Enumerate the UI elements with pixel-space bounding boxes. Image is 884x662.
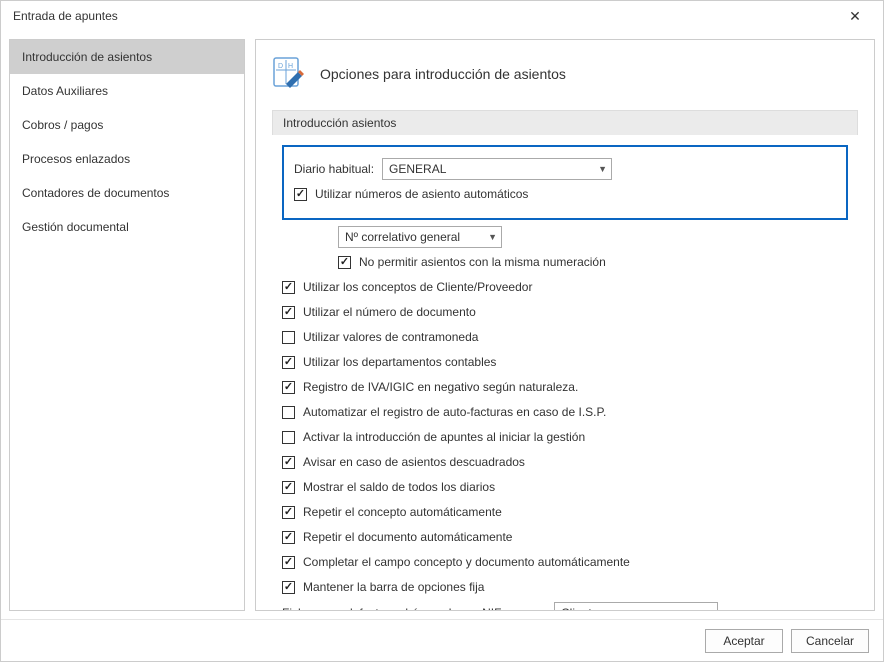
option-label: Mostrar el saldo de todos los diarios — [303, 480, 495, 494]
option-checkbox-10[interactable] — [282, 531, 295, 544]
main-header: D H Opciones para introducción de asient… — [272, 56, 858, 92]
sidebar: Introducción de asientosDatos Auxiliares… — [9, 39, 245, 611]
option-label: Utilizar los conceptos de Cliente/Provee… — [303, 280, 532, 294]
chevron-down-icon: ▼ — [704, 608, 713, 611]
highlighted-group: Diario habitual: GENERAL ▼ Utilizar núme… — [282, 145, 848, 220]
cancel-button[interactable]: Cancelar — [791, 629, 869, 653]
option-row: Mostrar el saldo de todos los diarios — [282, 476, 848, 498]
sidebar-item-4[interactable]: Contadores de documentos — [10, 176, 244, 210]
option-row: Automatizar el registro de auto-facturas… — [282, 401, 848, 423]
close-button[interactable]: ✕ — [835, 1, 875, 31]
option-label: Completar el campo concepto y documento … — [303, 555, 630, 569]
no-permitir-checkbox[interactable] — [338, 256, 351, 269]
option-row: Utilizar valores de contramoneda — [282, 326, 848, 348]
option-label: Activar la introducción de apuntes al in… — [303, 430, 585, 444]
option-row: Activar la introducción de apuntes al in… — [282, 426, 848, 448]
option-checkbox-4[interactable] — [282, 381, 295, 394]
option-label: Mantener la barra de opciones fija — [303, 580, 484, 594]
page-title: Opciones para introducción de asientos — [320, 66, 566, 82]
option-checkbox-8[interactable] — [282, 481, 295, 494]
diario-select[interactable]: GENERAL ▼ — [382, 158, 612, 180]
option-row: Registro de IVA/IGIC en negativo según n… — [282, 376, 848, 398]
option-row: Avisar en caso de asientos descuadrados — [282, 451, 848, 473]
option-label: Automatizar el registro de auto-facturas… — [303, 405, 606, 419]
option-checkbox-7[interactable] — [282, 456, 295, 469]
sidebar-item-3[interactable]: Procesos enlazados — [10, 142, 244, 176]
dialog-body: Introducción de asientosDatos Auxiliares… — [1, 31, 883, 619]
main-panel: D H Opciones para introducción de asient… — [255, 39, 875, 611]
chevron-down-icon: ▼ — [488, 232, 497, 242]
sidebar-item-1[interactable]: Datos Auxiliares — [10, 74, 244, 108]
svg-text:H: H — [288, 63, 293, 70]
option-row: Utilizar los conceptos de Cliente/Provee… — [282, 276, 848, 298]
option-label: Utilizar los departamentos contables — [303, 355, 496, 369]
option-checkbox-3[interactable] — [282, 356, 295, 369]
option-row: Repetir el documento automáticamente — [282, 526, 848, 548]
option-label: Registro de IVA/IGIC en negativo según n… — [303, 380, 578, 394]
correlativo-select[interactable]: Nº correlativo general ▼ — [338, 226, 502, 248]
option-checkbox-9[interactable] — [282, 506, 295, 519]
option-row: Repetir el concepto automáticamente — [282, 501, 848, 523]
diario-label: Diario habitual: — [294, 162, 374, 176]
option-row: Utilizar los departamentos contables — [282, 351, 848, 373]
no-permitir-label: No permitir asientos con la misma numera… — [359, 255, 606, 269]
option-label: Repetir el concepto automáticamente — [303, 505, 502, 519]
svg-text:D: D — [278, 63, 283, 70]
dialog-window: Entrada de apuntes ✕ Introducción de asi… — [0, 0, 884, 662]
auto-numbers-label: Utilizar números de asiento automáticos — [315, 187, 528, 201]
option-checkbox-6[interactable] — [282, 431, 295, 444]
option-checkbox-12[interactable] — [282, 581, 295, 594]
sidebar-item-5[interactable]: Gestión documental — [10, 210, 244, 244]
option-checkbox-5[interactable] — [282, 406, 295, 419]
auto-numbers-checkbox[interactable] — [294, 188, 307, 201]
sidebar-item-2[interactable]: Cobros / pagos — [10, 108, 244, 142]
accept-button[interactable]: Aceptar — [705, 629, 783, 653]
option-checkbox-1[interactable] — [282, 306, 295, 319]
option-label: Utilizar valores de contramoneda — [303, 330, 478, 344]
option-label: Avisar en caso de asientos descuadrados — [303, 455, 525, 469]
option-label: Repetir el documento automáticamente — [303, 530, 512, 544]
correlativo-value: Nº correlativo general — [345, 230, 460, 244]
section-header: Introducción asientos — [272, 110, 858, 135]
titlebar: Entrada de apuntes ✕ — [1, 1, 883, 31]
fichero-value: Clientes — [561, 606, 604, 611]
options-icon: D H — [272, 56, 308, 92]
diario-value: GENERAL — [389, 162, 446, 176]
option-row: Mantener la barra de opciones fija — [282, 576, 848, 598]
option-checkbox-0[interactable] — [282, 281, 295, 294]
option-row: Completar el campo concepto y documento … — [282, 551, 848, 573]
chevron-down-icon: ▼ — [598, 164, 607, 174]
option-row: Utilizar el número de documento — [282, 301, 848, 323]
fichero-label: Fichero por defecto en búsqueda por NIF: — [282, 606, 532, 611]
window-title: Entrada de apuntes — [13, 9, 118, 23]
close-icon: ✕ — [849, 8, 861, 25]
option-checkbox-11[interactable] — [282, 556, 295, 569]
option-checkbox-2[interactable] — [282, 331, 295, 344]
section-body: Diario habitual: GENERAL ▼ Utilizar núme… — [272, 135, 858, 611]
dialog-footer: Aceptar Cancelar — [1, 619, 883, 661]
fichero-select[interactable]: Clientes ▼ — [554, 602, 718, 611]
sidebar-item-0[interactable]: Introducción de asientos — [10, 40, 244, 74]
option-label: Utilizar el número de documento — [303, 305, 476, 319]
